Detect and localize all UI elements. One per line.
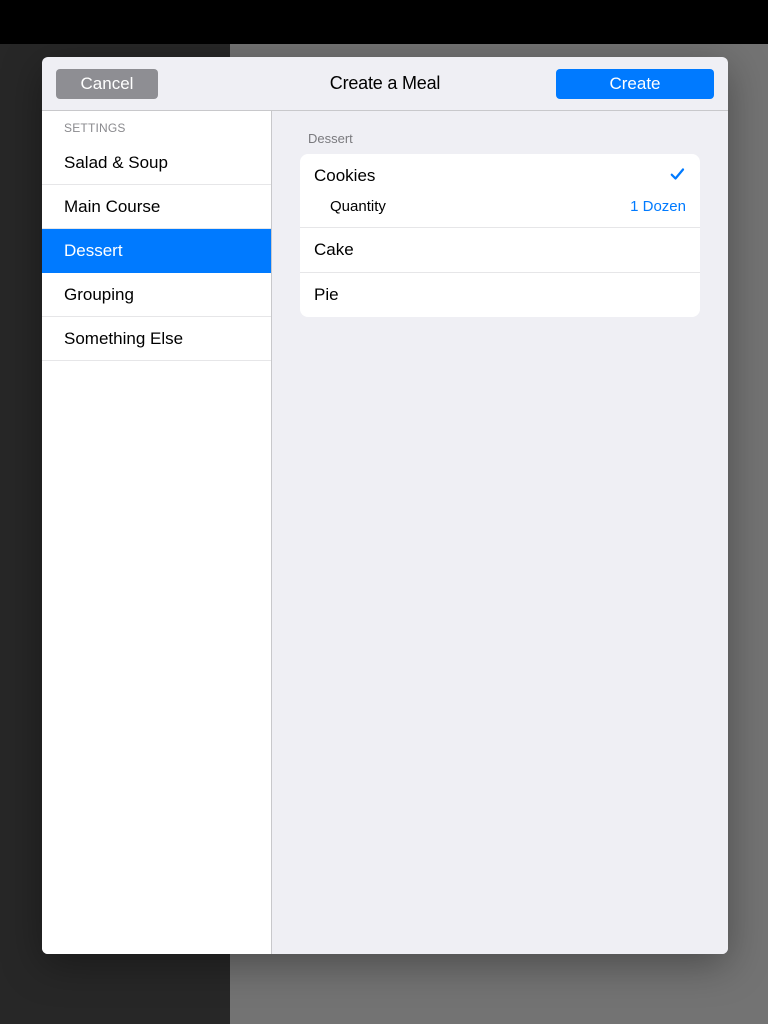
row-quantity[interactable]: Quantity 1 Dozen [314, 198, 686, 227]
checkmark-icon [668, 165, 686, 188]
sidebar-item-dessert[interactable]: Dessert [42, 229, 271, 273]
sidebar-item-salad-soup[interactable]: Salad & Soup [42, 141, 271, 185]
settings-sidebar: SETTINGS Salad & Soup Main Course Desser… [42, 111, 272, 954]
create-meal-modal: Cancel Create a Meal Create SETTINGS Sal… [42, 57, 728, 954]
sidebar-item-main-course[interactable]: Main Course [42, 185, 271, 229]
cancel-button[interactable]: Cancel [56, 69, 158, 99]
row-pie[interactable]: Pie [300, 273, 700, 317]
row-cookies[interactable]: Cookies Quantity 1 Dozen [300, 154, 700, 228]
modal-title: Create a Meal [330, 73, 440, 94]
detail-pane: Dessert Cookies Quantity 1 Dozen [272, 111, 728, 954]
create-button[interactable]: Create [556, 69, 714, 99]
dessert-list: Cookies Quantity 1 Dozen Cake [300, 154, 700, 317]
row-label: Cookies [314, 166, 375, 186]
sidebar-item-something-else[interactable]: Something Else [42, 317, 271, 361]
modal-header: Cancel Create a Meal Create [42, 57, 728, 111]
row-label: Cake [314, 240, 354, 260]
sidebar-section-label: SETTINGS [42, 111, 271, 141]
quantity-value: 1 Dozen [630, 198, 686, 215]
sidebar-item-grouping[interactable]: Grouping [42, 273, 271, 317]
detail-section-label: Dessert [300, 111, 700, 154]
row-cake[interactable]: Cake [300, 228, 700, 273]
row-label: Pie [314, 285, 339, 305]
quantity-label: Quantity [330, 198, 386, 215]
